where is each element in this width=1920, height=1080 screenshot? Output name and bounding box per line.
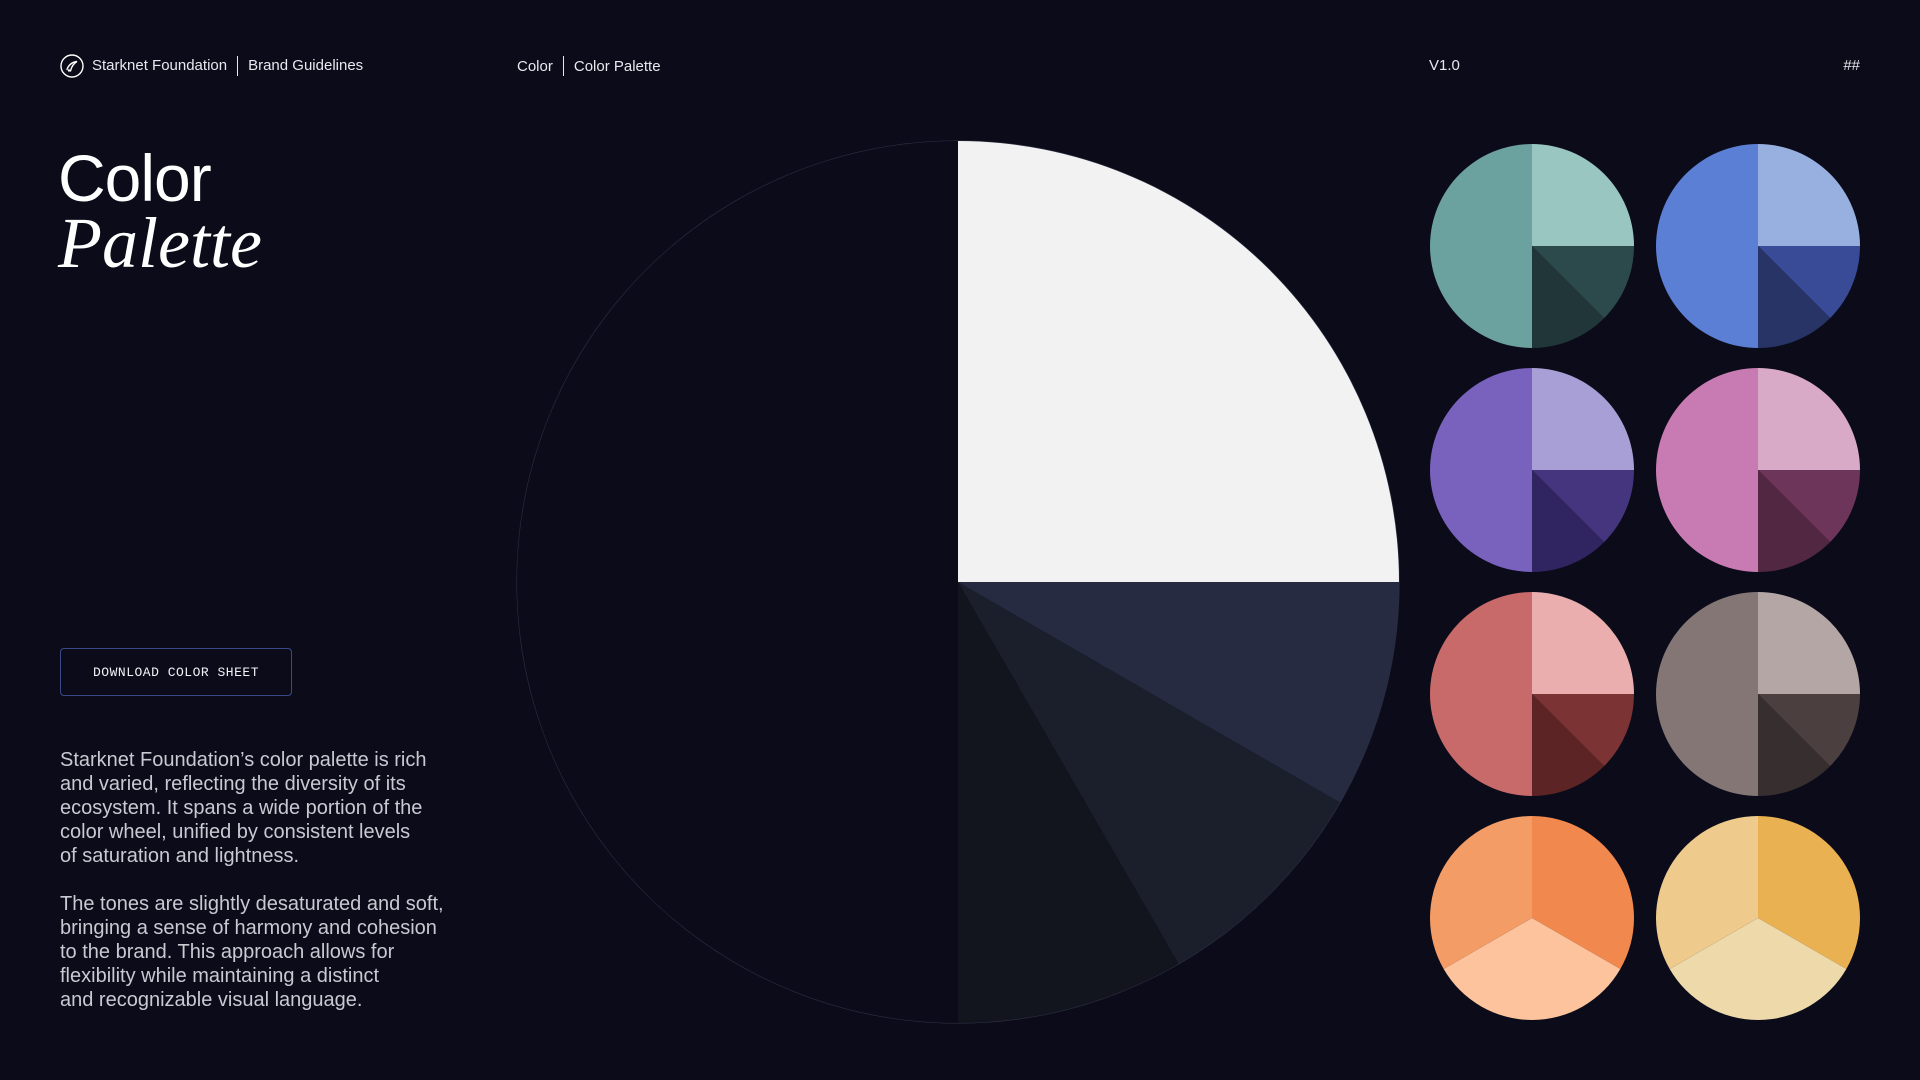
page-title: Color Palette [58,145,262,279]
swatch-blue[interactable] [1655,143,1861,349]
header-brand[interactable]: Starknet Foundation Brand Guidelines [60,54,363,78]
swatch-teal-main-half [1430,144,1532,348]
doc-name: Brand Guidelines [248,57,364,74]
breadcrumb: Color Color Palette [517,54,661,78]
download-color-sheet-button[interactable]: DOWNLOAD COLOR SHEET [60,648,292,696]
swatch-purple-light-quadrant [1532,368,1634,470]
swatch-blue-main-half [1656,144,1758,348]
hash-link[interactable]: ## [1843,54,1860,78]
page-header: Starknet Foundation Brand Guidelines Col… [60,54,1860,78]
swatch-purple[interactable] [1429,367,1635,573]
description-paragraph-2: The tones are slightly desaturated and s… [60,893,444,1011]
wheel-white-quadrant [958,141,1399,582]
swatch-taupe-light-quadrant [1758,592,1860,694]
swatch-blue-light-quadrant [1758,144,1860,246]
version-label: V1.0 [1429,57,1460,74]
swatch-pink[interactable] [1655,367,1861,573]
description-paragraph-1: Starknet Foundation’s color palette is r… [60,749,427,867]
description: Starknet Foundation’s color palette is r… [60,748,480,1036]
swatch-red-light-quadrant [1532,592,1634,694]
breadcrumb-page: Color Palette [573,57,661,75]
page-title-line2: Palette [58,203,262,283]
swatch-purple-main-half [1430,368,1532,572]
swatch-orange[interactable] [1429,815,1635,1021]
swatch-yellow[interactable] [1655,815,1861,1021]
org-name: Starknet Foundation [92,57,228,74]
swatch-teal[interactable] [1429,143,1635,349]
swatch-taupe-main-half [1656,592,1758,796]
swatch-pink-main-half [1656,368,1758,572]
breadcrumb-divider [562,56,564,76]
swatch-taupe[interactable] [1655,591,1861,797]
color-palette-page: Starknet Foundation Brand Guidelines Col… [0,0,1920,1080]
starknet-logo-icon [60,54,84,78]
wheel-dark-half [517,141,958,1023]
swatch-pink-light-quadrant [1758,368,1860,470]
swatch-teal-light-quadrant [1532,144,1634,246]
page-title-line1: Color [58,141,212,215]
main-color-wheel [516,140,1400,1024]
header-divider [237,56,239,76]
swatch-red-main-half [1430,592,1532,796]
swatch-red[interactable] [1429,591,1635,797]
breadcrumb-section[interactable]: Color [517,58,553,75]
